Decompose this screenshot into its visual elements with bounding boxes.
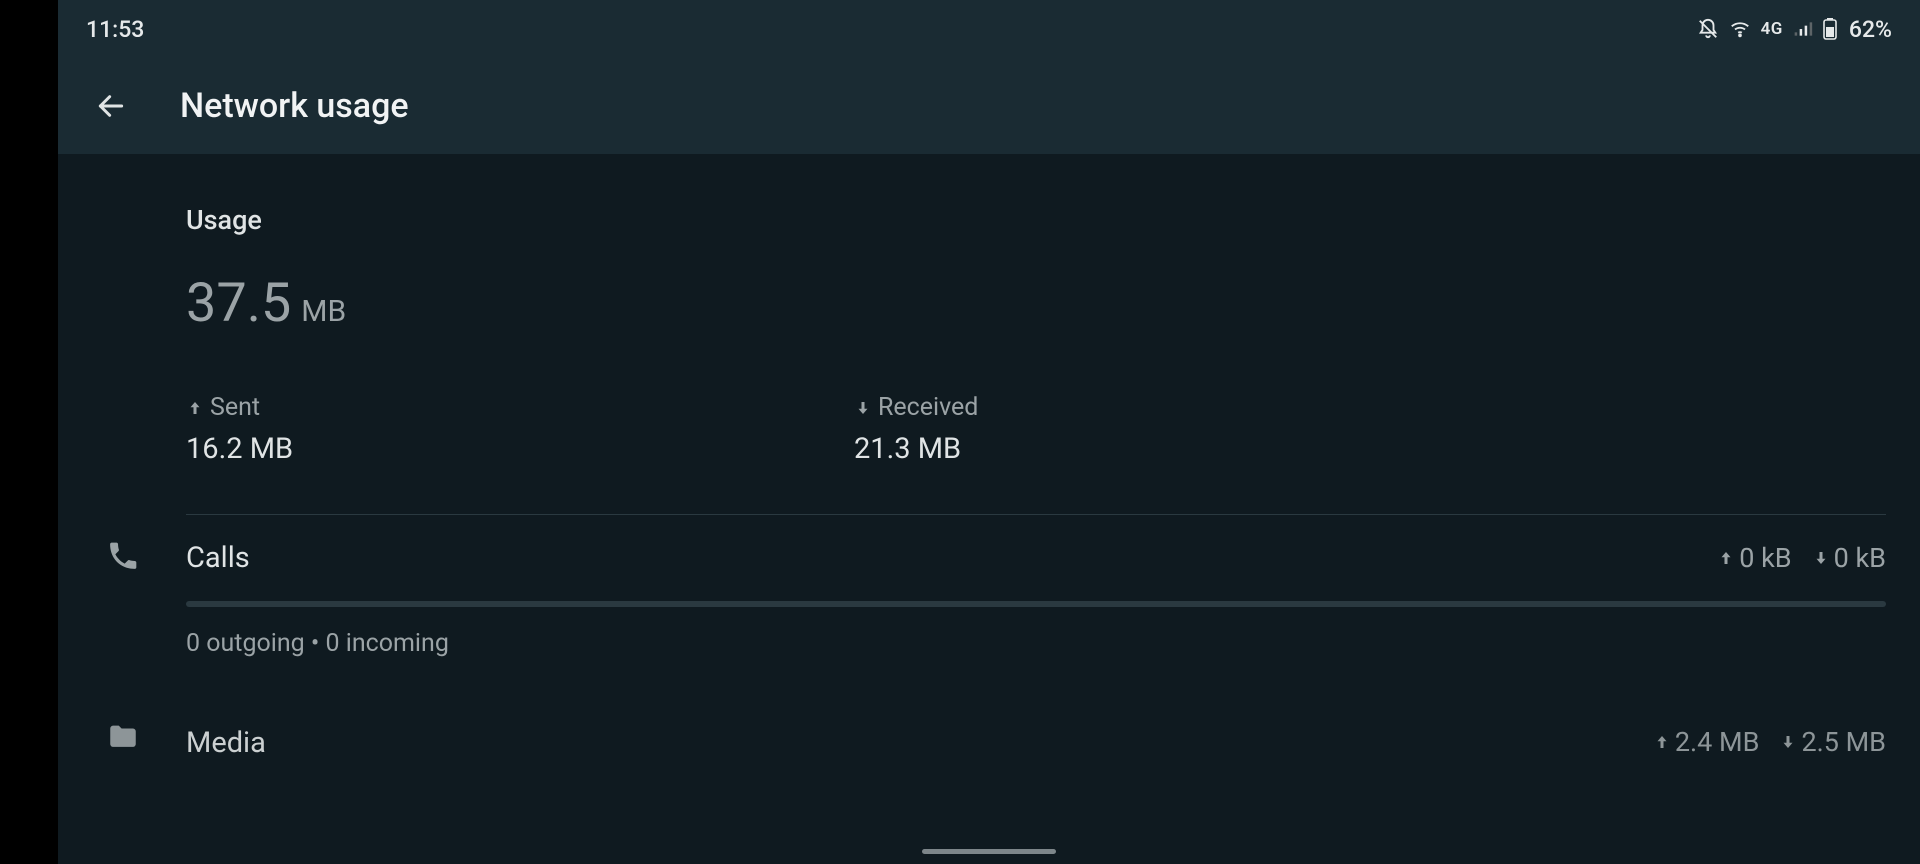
- dnd-off-icon: [1697, 18, 1719, 40]
- received-column: Received 21.3 MB: [854, 393, 978, 466]
- received-label-row: Received: [854, 393, 978, 422]
- sent-received-row: Sent 16.2 MB Received 21.3 MB: [186, 393, 1886, 466]
- category-calls-header: Calls 0 kB 0 kB: [186, 541, 1886, 575]
- category-media-name: Media: [186, 726, 266, 760]
- page-title: Network usage: [180, 86, 409, 126]
- content-area[interactable]: Usage 37.5 MB Sent 16.2 MB: [58, 156, 1920, 864]
- media-down-value: 2.5 MB: [1801, 726, 1886, 758]
- sent-label: Sent: [210, 393, 260, 422]
- status-time: 11:53: [86, 16, 144, 43]
- category-media-header: Media 2.4 MB 2.5 MB: [186, 722, 1886, 756]
- phone-icon: [106, 539, 140, 573]
- folder-icon: [106, 720, 140, 754]
- signal-icon: [1793, 19, 1813, 39]
- arrow-up-icon: [1717, 549, 1735, 567]
- media-up-pair: 2.4 MB: [1653, 726, 1760, 758]
- battery-icon: [1823, 18, 1837, 40]
- sent-value: 16.2 MB: [186, 432, 854, 466]
- usage-total-number: 37.5: [186, 272, 291, 335]
- category-media[interactable]: Media 2.4 MB 2.5 MB: [186, 696, 1886, 756]
- calls-down-pair: 0 kB: [1812, 542, 1886, 574]
- sent-column: Sent 16.2 MB: [186, 393, 854, 466]
- calls-up-pair: 0 kB: [1717, 542, 1791, 574]
- arrow-down-icon: [1779, 733, 1797, 751]
- category-calls[interactable]: Calls 0 kB 0 kB 0 outgoing • 0 incoming: [186, 515, 1886, 658]
- received-value: 21.3 MB: [854, 432, 978, 466]
- usage-section-label: Usage: [186, 204, 1886, 236]
- category-media-stats: 2.4 MB 2.5 MB: [1653, 726, 1886, 758]
- arrow-up-icon: [186, 399, 204, 417]
- category-calls-name: Calls: [186, 541, 250, 575]
- app-screen: 11:53 4G: [58, 0, 1920, 864]
- arrow-left-icon: [95, 90, 127, 122]
- nav-handle[interactable]: [922, 849, 1056, 854]
- usage-total: 37.5 MB: [186, 272, 1886, 335]
- usage-total-unit: MB: [301, 294, 346, 329]
- media-up-value: 2.4 MB: [1675, 726, 1760, 758]
- sent-label-row: Sent: [186, 393, 854, 422]
- calls-subtext: 0 outgoing • 0 incoming: [186, 629, 1886, 658]
- calls-progress-bar: [186, 601, 1886, 607]
- battery-percent: 62%: [1849, 16, 1892, 43]
- back-button[interactable]: [92, 87, 130, 125]
- media-down-pair: 2.5 MB: [1779, 726, 1886, 758]
- calls-up-value: 0 kB: [1739, 542, 1791, 574]
- arrow-up-icon: [1653, 733, 1671, 751]
- category-calls-stats: 0 kB 0 kB: [1717, 542, 1886, 574]
- status-right-cluster: 4G 62%: [1697, 16, 1892, 43]
- arrow-down-icon: [1812, 549, 1830, 567]
- status-bar: 11:53 4G: [58, 0, 1920, 58]
- calls-down-value: 0 kB: [1834, 542, 1886, 574]
- app-header: Network usage: [58, 58, 1920, 156]
- received-label: Received: [878, 393, 978, 422]
- cell-network-label: 4G: [1761, 19, 1783, 39]
- arrow-down-icon: [854, 399, 872, 417]
- wifi-icon: [1729, 18, 1751, 40]
